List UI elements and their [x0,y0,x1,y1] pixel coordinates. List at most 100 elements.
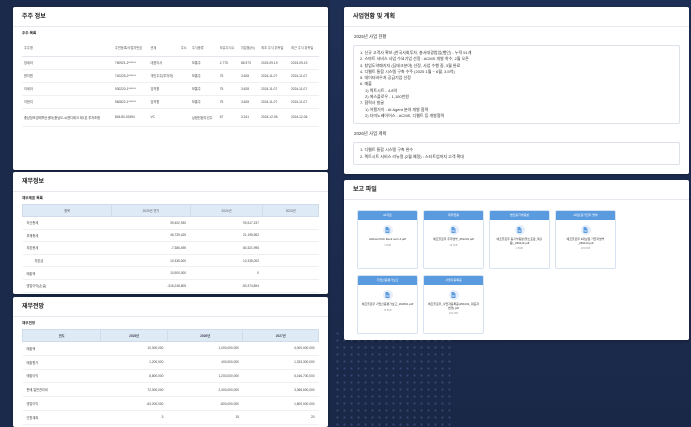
document-icon [514,225,525,235]
file-card[interactable]: 사업자등록증 에프플로우_사업자등록증(251031_대표자변경).pdf 183.… [423,275,484,334]
status-line: 2) 더미노베이어스 : ACMS, 디웹트 등 개발협력 [365,112,445,118]
table-cell: 3,366,600,000 [242,382,319,398]
document-icon [580,225,591,235]
table-cell [262,254,319,268]
background-dots [334,330,454,427]
file-card[interactable]: 제무현황 에프플로우 주주명부_251231.pdf 44.3KB [423,210,484,269]
table-cell: 2024-12-06 [259,108,290,127]
column-header: 2024년 [189,204,264,217]
table-cell [178,108,190,127]
table-cell: 750921-2****** [112,56,149,70]
table-cell: 매출액 [22,266,112,280]
table-cell: 1,000,000,000 [167,341,243,356]
table-cell: 67 [217,108,239,127]
table-cell: 당기순이익(손실) [22,292,112,294]
table-row: 판매,일반관리비 72,000,000 2,400,000,000 3,366,600… [22,382,319,398]
file-card[interactable]: 4대보험가입자 명부 에프플로우 4대보험 가입자명부_260113.pdf 181… [555,210,616,269]
financial-card: 재무정보 재무제표 목록 항목 2025년 연기 2024년 2023년 자산총계 39… [13,172,328,294]
file-card[interactable]: 법인등기부등본 에프플로우 등기부등본(말소포함_제출용)_260113.pdf 2… [489,210,550,269]
file-size: 183.4KB [448,312,459,316]
table-cell: 보통주 [189,56,218,70]
file-size: 7.4MB [384,243,391,247]
table-cell: 10,335,000 [190,254,263,268]
file-category: 제무현황 [424,211,483,220]
table-cell: 1,800,000,000 [242,396,319,411]
table-cell: 충남창조경제혁신센터(충남도-씨엔디레크 제1호 투자조합 [22,108,113,127]
table-row[interactable]: 이현지 960822-1****** 임직원 보통주 75 3.628 2024-11-07… [22,95,319,109]
table-cell: 한지원 [22,69,113,83]
table-cell: 판매,일반관리비 [22,382,101,398]
table-cell: 20 [242,410,319,425]
column-header: 2025년 연기 [111,204,191,217]
table-cell: 2024-11-07 [289,82,319,96]
table-cell: 2024-11-07 [289,69,319,83]
file-card[interactable]: 기업신용평가보고 에프플로우 기업신용평가보고_202601.pdf 79.5KB [357,275,418,334]
table-cell: 10,000,000 [100,341,168,356]
shareholders-subtitle: 주주 목록 [22,31,37,35]
table-cell: 10,335,000 [111,254,191,268]
table-cell: 4,000,000,000 [242,341,319,356]
plan-textbox[interactable]: 1. 디웹트 통합 시스템 구축 완수 2. 렉트시트 서비스 리뉴얼 (2월 예… [353,142,680,165]
projection-table: 연도 2025년 2026년 2027년 매출액 10,000,000 1,000,000… [21,329,319,425]
table-cell: 보통주 [189,82,218,96]
column-header: 주주명 [22,39,113,57]
table-cell [262,241,319,255]
business-card: 사업현황 및 계획 2025년 사업 현황 1. 신규 고객사 확보 (한국사회… [344,7,689,174]
table-cell: -29,145,603 [190,292,263,294]
table-cell: 3.628 [238,95,260,109]
table-cell: 0 [190,266,263,280]
table-cell: 3.628 [238,69,260,83]
table-cell: -7,386,495 [111,241,191,255]
table-row[interactable]: 충남창조경제혁신센터(충남도-씨엔디레크 제1호 투자조합 845-80-0349… [22,108,319,127]
table-row: 매출원가 1,200,000 400,000,000 1,333,300,000 [22,355,319,370]
table-cell: 장세아 [22,56,113,70]
table-cell: 75 [217,69,239,83]
table-cell: 845-80-03494 [112,108,149,127]
table-cell: 8,800,000 [100,369,168,384]
table-cell: 46,739,425 [111,229,191,243]
file-category: IR자료 [358,211,417,220]
projection-card: 재무전망 재무전망 연도 2025년 2026년 2027년 매출액 10,000,00… [13,297,328,427]
plan-title: 2026년 사업 계획 [354,131,387,137]
table-row[interactable]: 장세아 750921-2****** 대표이사 보통주 2,775 85.973 2023-… [22,56,319,70]
table-cell: 5,166,700,000 [242,369,319,384]
document-icon [382,290,393,300]
status-textbox[interactable]: 1. 신규 고객사 확보 (한국사회투자, 충서대광범업(행인) - 누적 51… [353,45,680,125]
projection-title: 재무전망 [13,297,328,317]
table-cell: 39,402,930 [111,216,191,230]
table-cell: 10,900,000 [111,266,191,280]
file-size: 79.5KB [383,308,392,312]
financial-table: 항목 2025년 연기 2024년 2023년 자산총계 39,402,930 93,51… [21,204,319,294]
table-cell: 자산총계 [22,216,112,230]
table-row: 인원계획 3 15 20 [22,410,319,425]
table-cell: 75 [217,95,239,109]
file-card[interactable]: IR자료 AiFlow Pitch Deck ver1.4.pdf 7.4MB [357,210,418,269]
table-cell: 영업이익 [22,396,101,411]
table-cell: 매출이익 [22,369,101,384]
table-cell: 3 [100,410,168,425]
table-row: 영업이익 -63,200,000 -800,000,000 1,800,000,000 [22,396,319,411]
file-name: 에프플로우 4대보험 가입자명부_260113.pdf [566,237,605,245]
table-cell: 2024-11-07 [259,95,290,109]
column-header: 2023년 [262,204,319,217]
table-cell: 400,000,000 [167,355,243,370]
shareholders-card: 주주 정보 주주 목록 주주명 주민등록/사업자번호 관계 주소 주식종류 보유주식수 지분… [13,7,328,170]
table-cell: 80,321,995 [190,241,263,255]
table-cell: 1,200,000,000 [167,369,243,384]
table-cell [178,69,190,83]
table-row: 당기순이익(손실)-67,028,454-29,145,603 [22,292,319,294]
table-cell: 2024-11-07 [259,69,290,83]
shareholders-title: 주주 정보 [13,7,328,27]
table-row[interactable]: 한지원 740225-2****** 개인주주(투자자) 보통주 75 3.628 2024… [22,69,319,83]
table-cell: 93,517,237 [190,216,263,230]
table-cell: -63,200,000 [100,396,168,411]
column-header: 관계 [148,39,179,57]
business-title: 사업현황 및 계획 [344,7,689,27]
file-category: 4대보험가입자 명부 [556,211,615,220]
table-row: 영업이익(손실) -316,248,805 -50,374,894 [22,279,319,293]
table-row[interactable]: 이세아 930220-1****** 임직원 보통주 75 3.628 2024-11-07… [22,82,319,96]
table-cell: 보통주 [189,95,218,109]
table-cell: 2023-09-19 [289,56,319,70]
file-name: 에프플로우 등기부등본(말소포함_제출용)_260113.pdf [496,237,543,245]
table-cell: 2023-09-19 [259,56,290,70]
